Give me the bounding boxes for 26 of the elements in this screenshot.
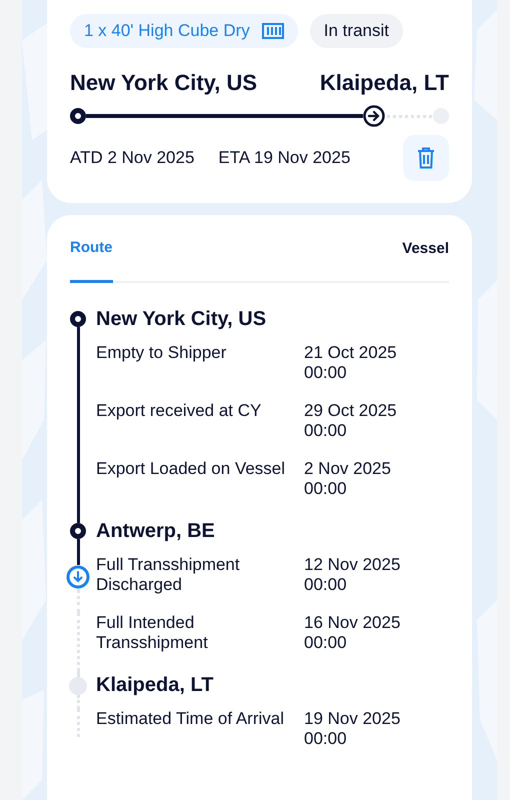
arrival-date: ETA 19 Nov 2025: [218, 147, 350, 170]
stop-name: Antwerp, BE: [96, 518, 215, 544]
delete-button[interactable]: [403, 135, 449, 181]
container-icon: [262, 23, 284, 39]
event-label: Full Intended Transshipment: [96, 612, 209, 652]
stop-name: Klaipeda, LT: [96, 672, 214, 698]
event-date: 21 Oct 2025 00:00: [304, 342, 398, 382]
event-date: 2 Nov 2025 00:00: [304, 458, 392, 498]
stop-name: New York City, US: [96, 306, 266, 332]
event-label: Estimated Time of Arrival: [96, 708, 286, 730]
event-date: 29 Oct 2025 00:00: [304, 400, 398, 440]
departure-date: ATD 2 Nov 2025: [70, 147, 194, 170]
event-label: Full Transshipment Discharged: [96, 554, 241, 594]
tab[interactable]: Route: [70, 237, 112, 282]
destination-city: Klaipeda, LT: [320, 69, 449, 97]
event-date: 19 Nov 2025 00:00: [304, 708, 402, 748]
event-date: 16 Nov 2025 00:00: [304, 612, 402, 652]
tab[interactable]: Vessel: [402, 237, 449, 280]
trash-icon: [417, 147, 435, 169]
status-badge: In transit: [310, 14, 403, 48]
event-label: Export Loaded on Vessel: [96, 458, 286, 480]
event-date: 12 Nov 2025 00:00: [304, 554, 402, 594]
event-label: Empty to Shipper: [96, 342, 228, 364]
container-badge: 1 x 40' High Cube Dry: [70, 14, 298, 48]
event-label: Export received at CY: [96, 400, 262, 422]
origin-city: New York City, US: [70, 69, 258, 97]
